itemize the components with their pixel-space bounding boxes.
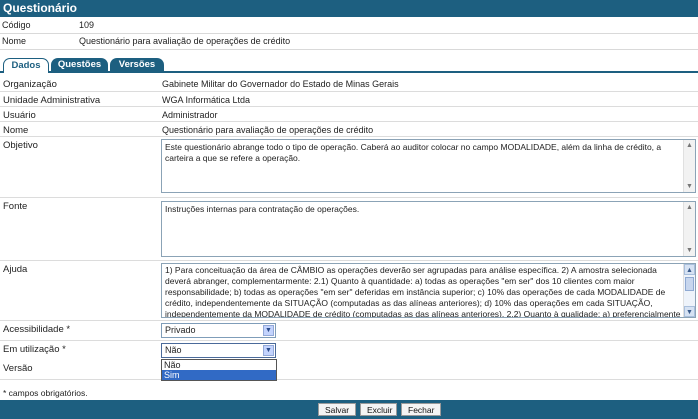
scroll-down-icon[interactable]: ▼ [684,181,695,192]
chevron-down-icon[interactable]: ▼ [263,325,274,336]
nome-header-label: Nome [2,36,27,46]
unidade-value: WGA Informática Ltda [162,95,251,105]
tab-versoes[interactable]: Versões [110,58,164,72]
objetivo-label: Objetivo [3,140,38,151]
unidade-row: Unidade Administrativa WGA Informática L… [0,92,698,107]
objetivo-scrollbar[interactable]: ▲ ▼ [683,140,695,192]
em-utilizacao-dropdown-list[interactable]: Não Sim [161,359,277,381]
ajuda-label: Ajuda [3,264,28,275]
scroll-thumb[interactable] [685,277,694,291]
usuario-label: Usuário [3,110,36,121]
required-note: * campos obrigatórios. [3,388,88,398]
scroll-down-icon[interactable]: ▼ [684,306,695,317]
acessibilidade-row: Acessibilidade * [0,321,698,341]
ajuda-textarea[interactable]: 1) Para conceituação da área de CÂMBIO a… [161,263,696,318]
versao-label: Versão [3,363,33,374]
salvar-button[interactable]: Salvar [318,403,356,416]
em-utilizacao-row: Em utilização * [0,341,698,360]
fonte-scrollbar[interactable]: ▲ ▼ [683,202,695,256]
scroll-up-icon[interactable]: ▲ [684,140,695,151]
acessibilidade-value: Privado [165,325,196,335]
chevron-down-icon[interactable]: ▼ [263,345,274,356]
organizacao-row: Organização Gabinete Militar do Governad… [0,76,698,92]
nome-value: Questionário para avaliação de operações… [162,125,374,135]
usuario-value: Administrador [162,110,218,120]
window-title: Questionário [0,0,698,17]
fonte-text: Instruções internas para contratação de … [165,204,360,214]
fonte-textarea[interactable]: Instruções internas para contratação de … [161,201,696,257]
nome-label: Nome [3,125,29,136]
em-utilizacao-select[interactable]: Não ▼ [161,343,276,358]
organizacao-label: Organização [3,79,57,90]
codigo-label: Código [2,20,31,30]
versao-row: Versão [0,360,698,380]
unidade-label: Unidade Administrativa [3,95,101,106]
usuario-row: Usuário Administrador [0,107,698,122]
em-utilizacao-label: Em utilização * [3,344,66,355]
nome-row: Nome Questionário para avaliação de oper… [0,122,698,137]
objetivo-textarea[interactable]: Este questionário abrange todo o tipo de… [161,139,696,193]
acessibilidade-label: Acessibilidade * [3,324,71,335]
objetivo-text: Este questionário abrange todo o tipo de… [165,142,662,163]
excluir-button[interactable]: Excluir [360,403,397,416]
nome-header-value: Questionário para avaliação de operações… [79,36,291,46]
organizacao-value: Gabinete Militar do Governador do Estado… [162,79,399,89]
fonte-label: Fonte [3,201,28,212]
scroll-down-icon[interactable]: ▼ [684,245,695,256]
em-utilizacao-value: Não [165,345,182,355]
fechar-button[interactable]: Fechar [401,403,441,416]
option-nao[interactable]: Não [162,360,276,370]
ajuda-text: 1) Para conceituação da área de CÂMBIO a… [165,265,681,318]
header-nome-row: Nome Questionário para avaliação de oper… [0,33,698,50]
scroll-up-icon[interactable]: ▲ [684,202,695,213]
ajuda-scrollbar[interactable]: ▲ ▼ [683,264,695,317]
header-codigo-row: Código 109 [0,17,698,34]
acessibilidade-select[interactable]: Privado ▼ [161,323,276,338]
option-sim[interactable]: Sim [162,370,276,380]
codigo-value: 109 [79,20,95,30]
tab-questoes[interactable]: Questões [51,58,108,72]
scroll-up-icon[interactable]: ▲ [684,264,695,275]
tab-dados[interactable]: Dados [3,58,49,73]
